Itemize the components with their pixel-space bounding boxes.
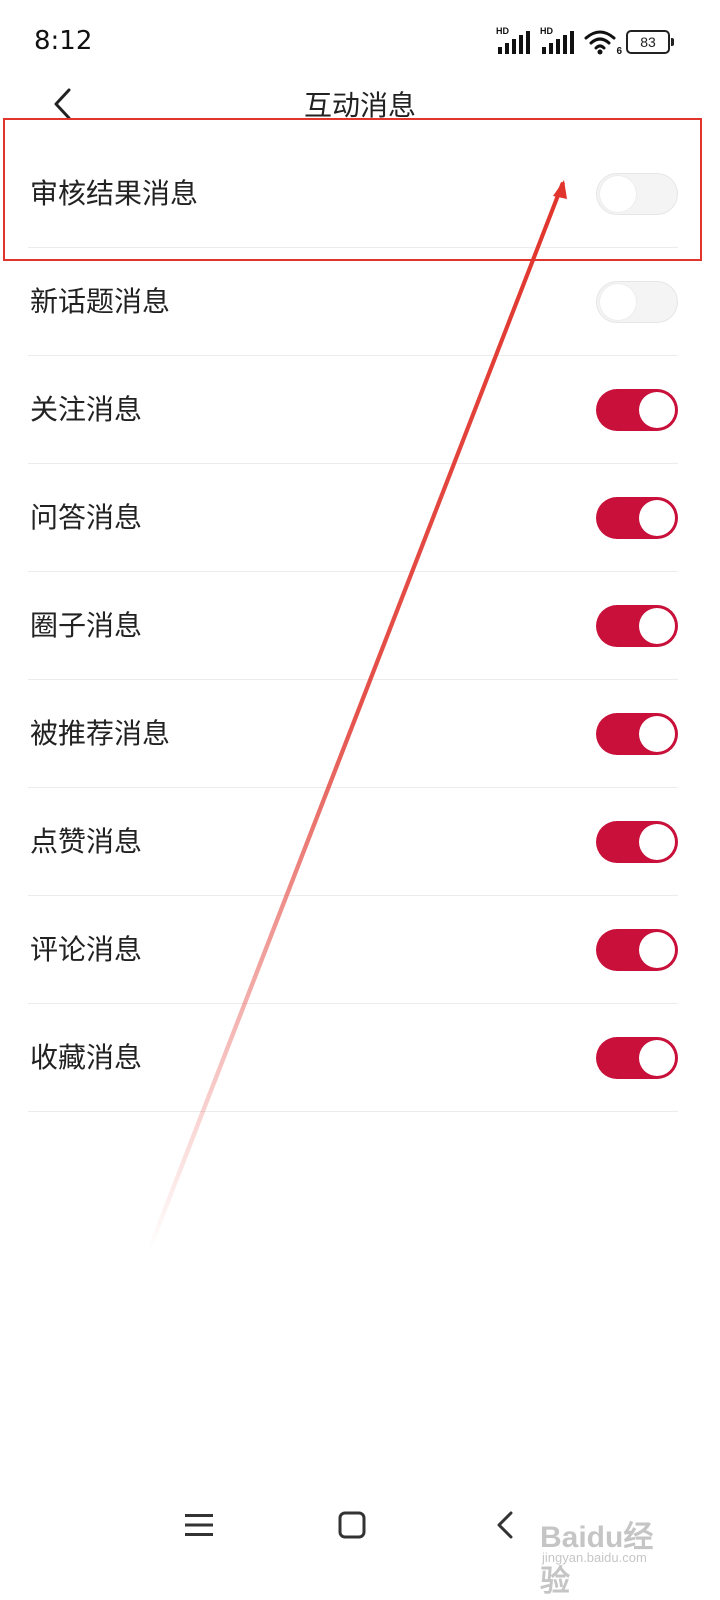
page-title: 互动消息 [303, 89, 416, 122]
watermark-subtext: jingyan.baidu.com [542, 1550, 647, 1565]
wifi-badge: 6 [616, 46, 622, 57]
setting-toggle[interactable] [596, 929, 678, 971]
setting-toggle[interactable] [596, 713, 678, 755]
toggle-knob [639, 500, 675, 536]
home-square-icon [338, 1511, 366, 1539]
toggle-knob [639, 1040, 675, 1076]
signal-icon: HD [496, 26, 532, 55]
setting-toggle[interactable] [596, 1037, 678, 1079]
setting-row: 新话题消息 [0, 248, 720, 356]
setting-label: 点赞消息 [30, 825, 143, 858]
nav-back-button[interactable] [480, 1500, 530, 1550]
battery-icon: 83 [626, 30, 674, 54]
setting-row: 收藏消息 [0, 1004, 720, 1112]
menu-icon [185, 1514, 213, 1536]
setting-toggle[interactable] [596, 605, 678, 647]
status-icons: HD HD 6 83 [496, 26, 674, 57]
setting-row: 问答消息 [0, 464, 720, 572]
setting-toggle[interactable] [596, 497, 678, 539]
toggle-knob [600, 284, 636, 320]
setting-label: 评论消息 [30, 933, 143, 966]
settings-list: 审核结果消息 新话题消息关注消息问答消息圈子消息被推荐消息点赞消息评论消息收藏消息 [0, 140, 720, 1112]
nav-home-button[interactable] [327, 1500, 377, 1550]
setting-row: 圈子消息 [0, 572, 720, 680]
setting-row: 审核结果消息 [0, 140, 720, 248]
setting-row: 评论消息 [0, 896, 720, 1004]
setting-label: 圈子消息 [30, 609, 143, 642]
toggle-knob [639, 392, 675, 428]
setting-label: 关注消息 [30, 393, 143, 426]
status-bar: 8:12 HD HD 6 83 [0, 0, 720, 80]
toggle-knob [639, 824, 675, 860]
signal-icon-2: HD [540, 26, 576, 55]
signal-hd-label: HD [496, 26, 509, 36]
signal-hd-label-2: HD [540, 26, 553, 36]
setting-label: 问答消息 [30, 501, 143, 534]
setting-label: 新话题消息 [30, 285, 171, 318]
setting-toggle[interactable] [596, 281, 678, 323]
header: 互动消息 [0, 80, 720, 136]
setting-label: 收藏消息 [30, 1041, 143, 1074]
toggle-knob [639, 716, 675, 752]
setting-row: 被推荐消息 [0, 680, 720, 788]
toggle-knob [600, 176, 636, 212]
battery-cap [671, 38, 674, 46]
setting-toggle[interactable] [596, 173, 678, 215]
battery-level: 83 [626, 30, 670, 54]
back-chevron-icon [497, 1511, 513, 1539]
setting-toggle[interactable] [596, 389, 678, 431]
setting-row: 点赞消息 [0, 788, 720, 896]
baidu-jingyan-watermark: Baidu经验 jingyan.baidu.com [540, 1512, 670, 1598]
toggle-knob [639, 932, 675, 968]
toggle-knob [639, 608, 675, 644]
status-time: 8:12 [34, 26, 93, 56]
row-divider [28, 1111, 678, 1112]
setting-toggle[interactable] [596, 821, 678, 863]
wifi-icon: 6 [584, 29, 622, 57]
nav-menu-button[interactable] [174, 1500, 224, 1550]
setting-label: 审核结果消息 [30, 177, 199, 210]
setting-row: 关注消息 [0, 356, 720, 464]
setting-label: 被推荐消息 [30, 717, 171, 750]
